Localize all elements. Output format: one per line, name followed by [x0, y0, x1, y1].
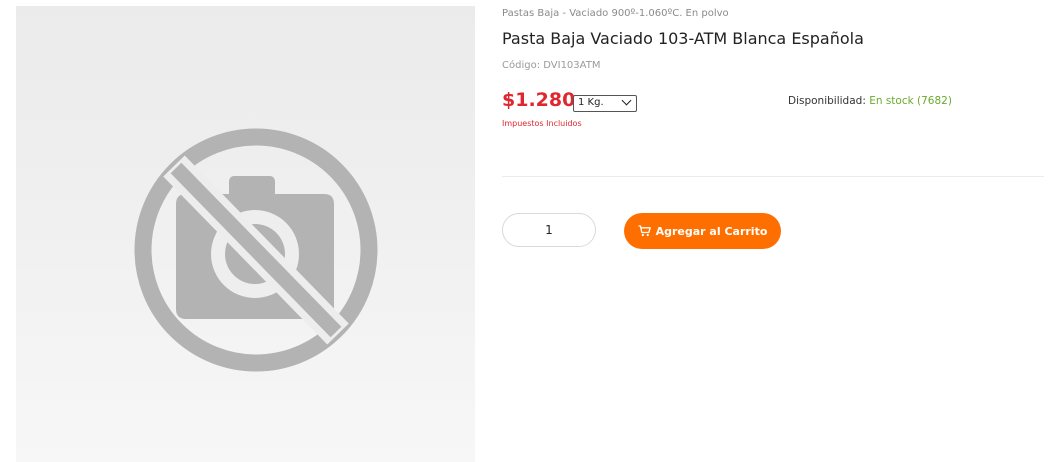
product-image-placeholder — [16, 6, 475, 462]
product-title: Pasta Baja Vaciado 103-ATM Blanca Españo… — [502, 29, 864, 48]
add-to-cart-label: Agregar al Carrito — [655, 224, 768, 238]
quantity-input[interactable] — [502, 213, 596, 247]
product-info: Pastas Baja - Vaciado 900º-1.060ºC. En p… — [502, 0, 1044, 462]
add-to-cart-button[interactable]: Agregar al Carrito — [624, 213, 781, 249]
chevron-down-icon — [621, 95, 632, 106]
availability: Disponibilidad: En stock (7682) — [788, 95, 952, 107]
unit-select-value: 1 Kg. — [578, 97, 604, 108]
tax-note: Impuestos Incluidos — [502, 119, 582, 128]
unit-select[interactable]: 1 Kg. — [573, 95, 637, 112]
divider — [502, 176, 1044, 177]
availability-label: Disponibilidad: — [788, 95, 866, 107]
availability-value: En stock (7682) — [869, 95, 952, 107]
sku-label: Código: — [502, 60, 541, 71]
sku-value: DVI103ATM — [543, 60, 601, 71]
no-camera-icon — [134, 128, 378, 372]
product-sku: Código: DVI103ATM — [502, 60, 600, 71]
product-category[interactable]: Pastas Baja - Vaciado 900º-1.060ºC. En p… — [502, 8, 729, 19]
cart-icon — [638, 225, 651, 237]
product-price: $1.280 — [502, 89, 576, 111]
